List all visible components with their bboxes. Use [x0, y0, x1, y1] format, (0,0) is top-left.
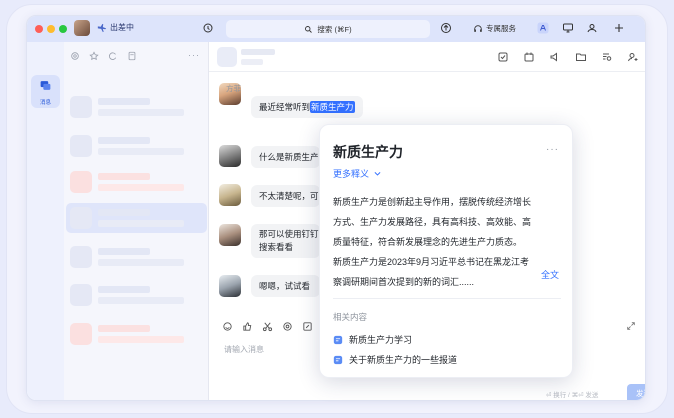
send-button[interactable]: 发送 ▾ — [627, 384, 645, 400]
chat-bubble-icon — [333, 335, 343, 344]
list-item[interactable] — [66, 131, 207, 161]
list-toolbar — [70, 51, 137, 61]
list-item[interactable] — [66, 167, 207, 197]
list-item-active[interactable] — [66, 203, 207, 233]
list-item[interactable] — [66, 242, 207, 272]
message-bubble[interactable]: 那可以使用钉钉 搜索看看 — [251, 224, 320, 258]
rail-item-messages[interactable]: 消息 — [31, 75, 60, 108]
mention-at-icon[interactable] — [282, 321, 293, 332]
chat-subtitle-placeholder — [241, 59, 263, 65]
definition-line: 方式、生产力发展路径，具有高科技、高效能、高 — [333, 217, 532, 227]
more-icon[interactable]: ··· — [188, 50, 200, 60]
service-label: 专属服务 — [486, 24, 516, 33]
avatar[interactable] — [74, 20, 90, 36]
message-text-line2: 搜索看看 — [259, 242, 294, 252]
list-item[interactable] — [66, 319, 207, 349]
list-item[interactable] — [66, 92, 207, 122]
scissors-icon[interactable] — [262, 321, 273, 332]
conversation-list: ··· — [64, 42, 209, 400]
add-icon[interactable] — [613, 22, 625, 34]
definition-line: 新质生产力是2023年9月习近平总书记在黑龙江考 — [333, 257, 530, 267]
recent-icon[interactable] — [108, 51, 118, 61]
definition-text: 新质生产力是创新起主导作用，摆脱传统经济增长 方式、生产力发展路径，具有高科技、… — [333, 192, 565, 292]
related-item-label: 新质生产力学习 — [349, 335, 413, 345]
message-text-line1: 那可以使用钉钉 — [259, 229, 319, 239]
message-bubble[interactable]: 什么是新质生产 — [251, 146, 320, 168]
search-input[interactable]: 搜索 (⌘F) — [226, 20, 430, 38]
mention-icon[interactable] — [70, 51, 80, 61]
history-icon[interactable] — [202, 22, 214, 34]
edit-icon[interactable] — [302, 321, 313, 332]
airplane-icon — [97, 23, 107, 32]
list-item[interactable] — [66, 280, 207, 310]
folder-icon[interactable] — [575, 51, 587, 63]
definition-line: 察调研期间首次提到的新的词汇...... — [333, 277, 475, 287]
composer-toolbar — [222, 321, 313, 332]
chevron-down-icon — [374, 172, 381, 176]
related-item-label: 关于新质生产力的一些报道 — [349, 355, 458, 365]
chat-bubble-icon — [333, 355, 343, 364]
message-text: 嗯嗯，试试看 — [259, 281, 311, 291]
thumbs-up-icon[interactable] — [242, 321, 253, 332]
message-text: 不太清楚呢，可 — [259, 191, 319, 201]
minimize-window-button[interactable] — [47, 25, 55, 33]
document-icon[interactable] — [127, 51, 137, 61]
avatar[interactable] — [219, 275, 241, 297]
expand-icon[interactable] — [626, 321, 636, 331]
related-item[interactable]: 新质生产力学习 — [333, 333, 412, 346]
status-text: 出差中 — [110, 23, 134, 32]
message-text: 最近经常听到 — [259, 102, 311, 112]
star-icon[interactable] — [89, 51, 99, 61]
nav-rail: 消息 — [27, 42, 64, 400]
definition-line: 质量特征，符合新发展理念的先进生产力质态。 — [333, 237, 523, 247]
avatar[interactable] — [219, 184, 241, 206]
calendar-icon[interactable] — [523, 51, 535, 63]
related-title: 相关内容 — [333, 312, 368, 322]
chat-avatar[interactable] — [217, 47, 237, 67]
user-status[interactable]: 出差中 — [97, 22, 134, 33]
message-input[interactable]: 请输入消息 — [224, 344, 264, 355]
send-shortcut-hint: ⏎ 换行 / ⌘⏎ 发送 — [546, 392, 599, 399]
divider — [333, 298, 561, 299]
upload-icon[interactable] — [440, 22, 452, 34]
search-placeholder: 搜索 (⌘F) — [317, 24, 352, 34]
message-bubble[interactable]: 最近经常听到新质生产力 — [251, 96, 363, 118]
contacts-icon[interactable] — [586, 22, 598, 34]
more-meanings-link[interactable]: 更多释义 — [333, 167, 382, 180]
chat-icon — [40, 81, 51, 90]
more-meanings-label: 更多释义 — [333, 169, 370, 179]
more-options-icon[interactable]: ··· — [546, 144, 559, 155]
chat-header — [209, 42, 645, 72]
screen-share-icon[interactable] — [562, 22, 574, 34]
titlebar: 出差中 搜索 (⌘F) 专属服务 — [27, 16, 645, 42]
avatar[interactable] — [219, 224, 241, 246]
full-text-link[interactable]: 全文 — [541, 268, 559, 281]
messages-label: 消息 — [39, 100, 51, 106]
message-text: 什么是新质生产 — [259, 152, 319, 162]
ai-assistant-icon[interactable] — [537, 22, 549, 34]
sender-name: 方菲 — [226, 84, 241, 93]
exclusive-service-button[interactable]: 专属服务 — [473, 23, 516, 34]
related-item[interactable]: 关于新质生产力的一些报道 — [333, 353, 457, 366]
avatar[interactable] — [219, 145, 241, 167]
popover-title: 新质生产力 — [333, 144, 403, 160]
highlighted-keyword[interactable]: 新质生产力 — [310, 101, 355, 113]
emoji-icon[interactable] — [222, 321, 233, 332]
announcement-icon[interactable] — [549, 51, 561, 63]
definition-popover: 新质生产力 ··· 更多释义 新质生产力是创新起主导作用，摆脱传统经济增长 方式… — [319, 124, 573, 378]
send-label: 发送 — [636, 389, 645, 398]
search-history-icon[interactable] — [601, 51, 613, 63]
headset-icon — [474, 24, 482, 32]
add-member-icon[interactable] — [627, 51, 639, 63]
maximize-window-button[interactable] — [59, 25, 67, 33]
definition-line: 新质生产力是创新起主导作用，摆脱传统经济增长 — [333, 197, 532, 207]
close-window-button[interactable] — [35, 25, 43, 33]
search-icon — [305, 25, 313, 33]
todo-icon[interactable] — [497, 51, 509, 63]
message-bubble[interactable]: 嗯嗯，试试看 — [251, 275, 320, 297]
chat-title-placeholder — [241, 49, 275, 55]
message-bubble[interactable]: 不太清楚呢，可 — [251, 185, 320, 207]
